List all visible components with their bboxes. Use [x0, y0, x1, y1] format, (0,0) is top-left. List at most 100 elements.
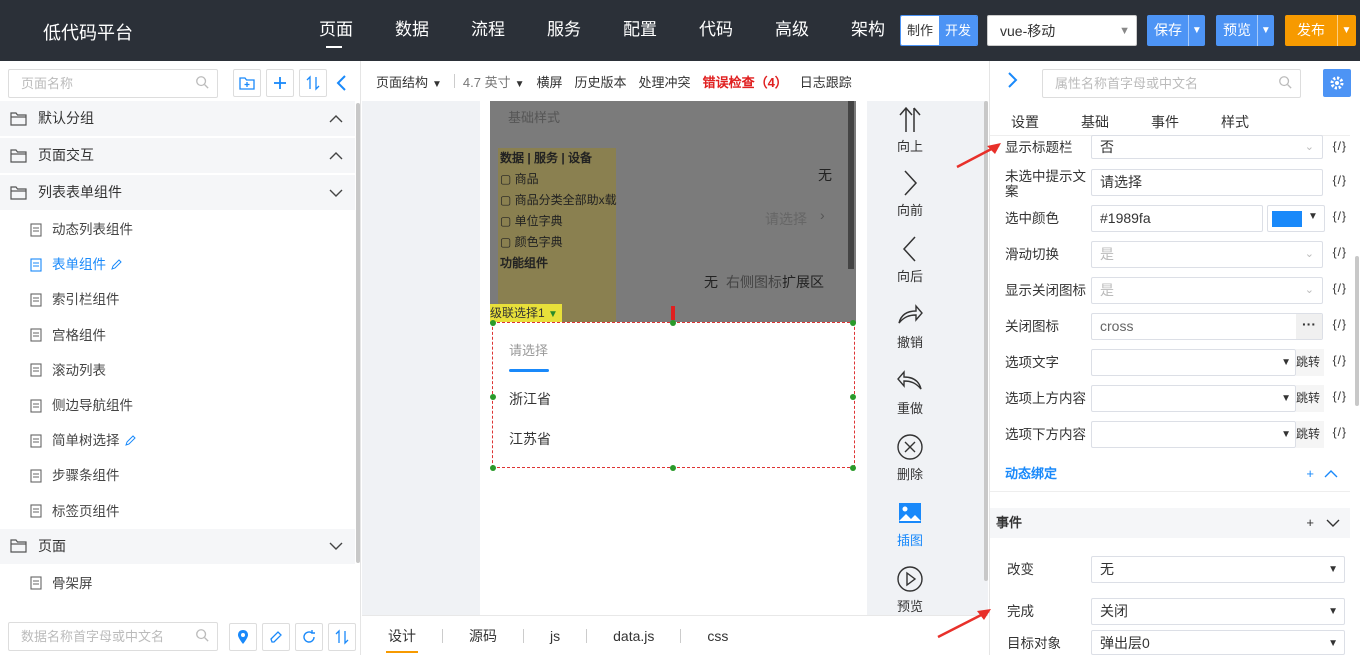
- expression-icon[interactable]: {/}: [1333, 139, 1347, 153]
- tab-js[interactable]: js: [548, 617, 562, 655]
- resize-handle[interactable]: [490, 320, 496, 326]
- tree-item[interactable]: 步骤条组件: [0, 458, 355, 493]
- settings-button[interactable]: [1323, 69, 1351, 97]
- platform-select[interactable]: vue-移动 ▼: [987, 15, 1137, 46]
- overlay-mask[interactable]: 基础样式 无 请选择 › 无 右侧图标 扩展区 数据 | 服务 | 设备 ▢ 商…: [490, 101, 856, 323]
- nav-data[interactable]: 数据: [374, 0, 450, 61]
- tree-item[interactable]: 骨架屏: [0, 566, 355, 601]
- nav-service[interactable]: 服务: [526, 0, 602, 61]
- inner-scrollbar[interactable]: [848, 101, 854, 269]
- chevron-up-icon[interactable]: [1324, 469, 1338, 479]
- jump-button[interactable]: 跳转: [1296, 421, 1324, 448]
- option-text-select[interactable]: ▼: [1091, 349, 1296, 376]
- resize-handle[interactable]: [670, 320, 676, 326]
- tab-design[interactable]: 设计: [386, 617, 418, 655]
- mode-dev-button[interactable]: 开发: [939, 16, 977, 45]
- expression-icon[interactable]: {/}: [1333, 425, 1347, 439]
- chevron-down-icon[interactable]: [329, 529, 343, 564]
- plus-icon[interactable]: +: [1306, 459, 1314, 489]
- active-color-input[interactable]: #1989fa: [1091, 205, 1263, 232]
- option-top-select[interactable]: ▼: [1091, 385, 1296, 412]
- left-scrollbar[interactable]: [356, 103, 360, 563]
- picker-tab-placeholder[interactable]: 请选择: [509, 340, 548, 359]
- conflict-button[interactable]: 处理冲突: [639, 72, 691, 91]
- tree-item[interactable]: 侧边导航组件: [0, 388, 355, 423]
- events-header[interactable]: 事件 +: [990, 508, 1350, 538]
- tree-group-interaction[interactable]: 页面交互: [0, 138, 355, 173]
- expression-icon[interactable]: {/}: [1333, 173, 1347, 187]
- preview-button[interactable]: 预览 ▼: [1216, 15, 1274, 46]
- move-back-button[interactable]: 向后: [888, 235, 932, 285]
- event-confirm-select[interactable]: 关闭 ▼: [1091, 598, 1345, 625]
- event-change-select[interactable]: 无 ▼: [1091, 556, 1345, 583]
- preview-page-button[interactable]: 预览: [888, 565, 932, 615]
- page-structure-menu[interactable]: 页面结构 ▼: [376, 72, 442, 91]
- tree-item-active[interactable]: 表单组件: [0, 247, 355, 282]
- caret-down-icon[interactable]: ▼: [1187, 15, 1205, 46]
- resize-handle[interactable]: [490, 394, 496, 400]
- tree-group-default[interactable]: 默认分组: [0, 101, 355, 136]
- nav-config[interactable]: 配置: [602, 0, 678, 61]
- sort-data-button[interactable]: [328, 623, 356, 651]
- jump-button[interactable]: 跳转: [1296, 385, 1324, 412]
- resize-handle[interactable]: [850, 320, 856, 326]
- tab-data-js[interactable]: data.js: [611, 617, 656, 655]
- color-picker[interactable]: ▼: [1267, 205, 1325, 232]
- insert-image-button[interactable]: 插图: [888, 499, 932, 549]
- refresh-button[interactable]: [295, 623, 323, 651]
- data-search-input[interactable]: 数据名称首字母或中文名: [8, 622, 218, 651]
- sort-button[interactable]: [299, 69, 327, 97]
- tree-group-list-form[interactable]: 列表表单组件: [0, 175, 355, 210]
- tab-css[interactable]: css: [705, 617, 730, 655]
- expression-icon[interactable]: {/}: [1333, 353, 1347, 367]
- redo-button[interactable]: 重做: [888, 367, 932, 417]
- expression-icon[interactable]: {/}: [1333, 281, 1347, 295]
- tab-source[interactable]: 源码: [467, 617, 499, 655]
- nav-page[interactable]: 页面: [298, 0, 374, 61]
- tree-item[interactable]: 滚动列表: [0, 353, 355, 388]
- rotate-handle[interactable]: [671, 306, 675, 320]
- undo-button[interactable]: 撤销: [888, 301, 932, 351]
- tree-item[interactable]: 宫格组件: [0, 318, 355, 353]
- tab-settings[interactable]: 设置: [990, 109, 1060, 135]
- publish-button[interactable]: 发布 ▼: [1285, 15, 1356, 46]
- show-title-select[interactable]: 否 ⌄: [1091, 135, 1323, 159]
- picker-option[interactable]: 江苏省: [509, 429, 551, 449]
- close-icon-input[interactable]: cross ···: [1091, 313, 1323, 340]
- delete-button[interactable]: 删除: [888, 433, 932, 483]
- option-bottom-select[interactable]: ▼: [1091, 421, 1296, 448]
- move-up-button[interactable]: 向上: [888, 105, 932, 155]
- show-close-icon-select[interactable]: 是 ⌄: [1091, 277, 1323, 304]
- nav-advanced[interactable]: 高级: [754, 0, 830, 61]
- expression-icon[interactable]: {/}: [1333, 209, 1347, 223]
- move-forward-button[interactable]: 向前: [888, 169, 932, 219]
- chevron-down-icon[interactable]: [1326, 518, 1340, 528]
- tree-group-page[interactable]: 页面: [0, 528, 355, 564]
- caret-down-icon[interactable]: ▼: [1256, 15, 1274, 46]
- property-search-input[interactable]: 属性名称首字母或中文名: [1042, 69, 1301, 98]
- selected-cascader-component[interactable]: 请选择 浙江省 江苏省: [492, 322, 855, 468]
- canvas-scrollbar[interactable]: [984, 101, 988, 581]
- pin-button[interactable]: [229, 623, 257, 651]
- properties-scrollbar[interactable]: [1355, 256, 1359, 406]
- swipeable-select[interactable]: 是 ⌄: [1091, 241, 1323, 268]
- add-folder-button[interactable]: [233, 69, 261, 97]
- chevron-down-icon[interactable]: [329, 175, 343, 210]
- jump-button[interactable]: 跳转: [1296, 349, 1324, 376]
- resize-handle[interactable]: [490, 465, 496, 471]
- landscape-button[interactable]: 横屏: [537, 72, 563, 91]
- expand-panel-button[interactable]: [1006, 70, 1020, 90]
- expression-icon[interactable]: {/}: [1333, 389, 1347, 403]
- picker-option[interactable]: 浙江省: [509, 389, 551, 409]
- dynamic-binding-header[interactable]: 动态绑定 +: [990, 459, 1350, 489]
- selected-component-tag[interactable]: 级联选择1 ▼: [490, 304, 562, 322]
- page-search-input[interactable]: 页面名称: [8, 69, 218, 98]
- plus-icon[interactable]: +: [1306, 508, 1314, 538]
- placeholder-text-input[interactable]: 请选择: [1091, 169, 1323, 196]
- tree-item[interactable]: 索引栏组件: [0, 282, 355, 317]
- tree-item[interactable]: 简单树选择: [0, 423, 355, 458]
- event-target-select[interactable]: 弹出层0 ▼: [1091, 630, 1345, 655]
- chevron-up-icon[interactable]: [329, 138, 343, 173]
- resize-handle[interactable]: [850, 465, 856, 471]
- resize-handle[interactable]: [670, 465, 676, 471]
